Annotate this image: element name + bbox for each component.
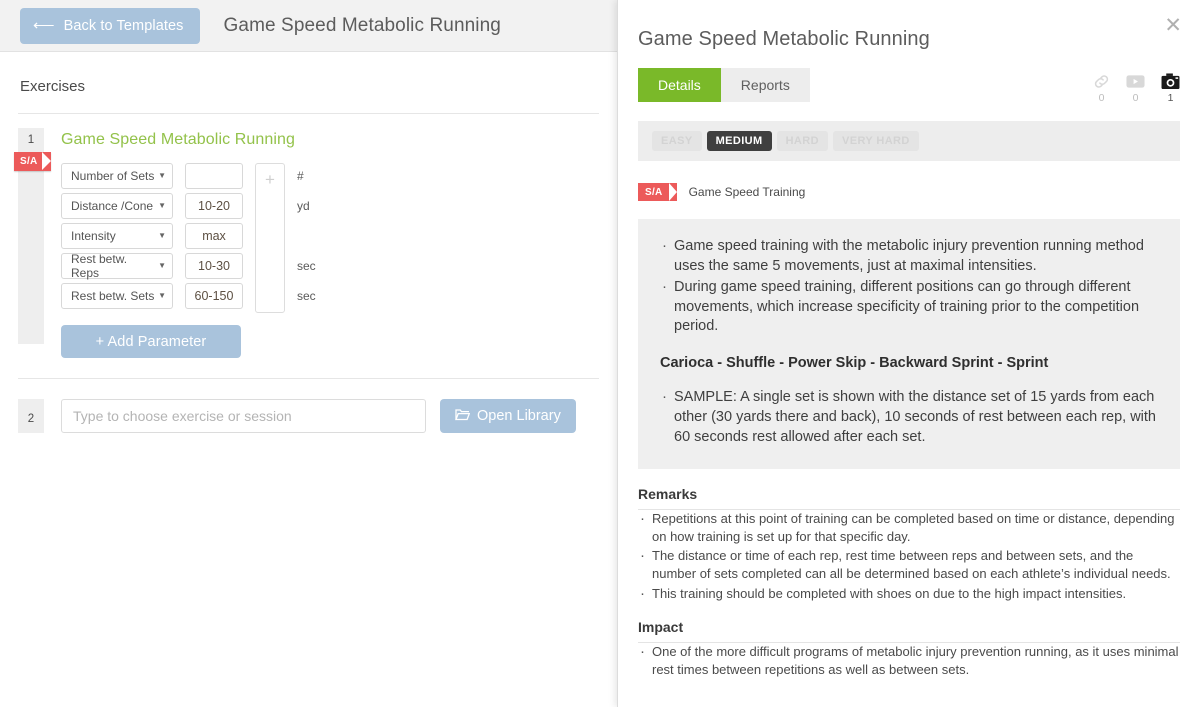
difficulty-chip-hard[interactable]: HARD [776, 131, 828, 151]
video-count: 0 [1132, 92, 1139, 104]
list-item: SAMPLE: A single set is shown with the d… [660, 387, 1158, 447]
list-item: This training should be completed with s… [638, 584, 1180, 604]
chevron-down-icon: ▼ [158, 231, 166, 240]
parameter-value-3[interactable] [185, 253, 243, 279]
description-box: Game speed training with the metabolic i… [638, 219, 1180, 470]
parameter-unit-0: # [297, 169, 304, 183]
detail-panel-body: Game Speed Metabolic Running Details Rep… [618, 0, 1198, 707]
exercise-index: 1 [27, 134, 35, 146]
description-bullets-bottom: SAMPLE: A single set is shown with the d… [660, 387, 1158, 447]
parameter-value-1[interactable] [185, 193, 243, 219]
photo-counter[interactable]: 1 [1161, 72, 1180, 104]
category-badge: S/A [638, 183, 677, 201]
arrow-left-icon: ⟵ [33, 17, 55, 34]
parameter-value-4[interactable] [185, 283, 243, 309]
parameter-unit-2 [297, 223, 316, 249]
list-item: During game speed training, different po… [660, 277, 1158, 337]
parameter-select-3[interactable]: Rest betw. Reps ▼ [61, 252, 173, 280]
category-name: Game Speed Training [688, 185, 806, 199]
parameter-unit-1: yd [297, 199, 310, 213]
exercise-name[interactable]: Game Speed Metabolic Running [61, 128, 599, 149]
difficulty-chip-easy[interactable]: EASY [652, 131, 702, 151]
page-title: Game Speed Metabolic Running [223, 14, 501, 36]
camera-icon [1161, 72, 1180, 91]
template-editor-pane: ⟵ Back to Templates Game Speed Metabolic… [0, 0, 617, 707]
detail-tabs: Details Reports 0 0 1 [638, 68, 1180, 104]
category-row: S/A Game Speed Training [638, 183, 1180, 201]
add-exercise-content: Open Library [44, 399, 599, 433]
difficulty-selector: EASY MEDIUM HARD VERY HARD [638, 121, 1180, 161]
chevron-down-icon: ▼ [158, 291, 166, 300]
parameter-select-0-label: Number of Sets [71, 169, 155, 183]
parameter-select-4[interactable]: Rest betw. Sets ▼ [61, 283, 173, 309]
parameter-unit-3: sec [297, 259, 316, 273]
photo-count: 1 [1167, 92, 1174, 104]
difficulty-chip-very-hard[interactable]: VERY HARD [832, 131, 919, 151]
add-exercise-index: 2 [18, 399, 44, 433]
link-count: 0 [1098, 92, 1105, 104]
parameter-select-1-label: Distance /Cone [71, 199, 154, 213]
tab-reports[interactable]: Reports [720, 68, 810, 102]
chevron-down-icon: ▼ [158, 261, 166, 270]
close-icon[interactable]: ✕ [1164, 15, 1182, 36]
chevron-down-icon: ▼ [158, 201, 166, 210]
parameters-grid: Number of Sets ▼ Distance /Cone ▼ Intens… [61, 163, 599, 313]
category-badge-label: S/A [645, 186, 663, 198]
difficulty-chip-medium[interactable]: MEDIUM [706, 131, 772, 151]
list-item: Game speed training with the metabolic i… [660, 236, 1158, 276]
parameter-unit-4: sec [297, 289, 316, 303]
open-library-label: Open Library [477, 408, 561, 424]
link-counter[interactable]: 0 [1093, 72, 1110, 104]
list-item: The distance or time of each rep, rest t… [638, 546, 1180, 582]
parameter-select-0[interactable]: Number of Sets ▼ [61, 163, 173, 189]
exercise-content: Game Speed Metabolic Running Number of S… [44, 128, 599, 358]
description-emphasis: Carioca - Shuffle - Power Skip - Backwar… [660, 354, 1049, 371]
add-parameter-button[interactable]: + Add Parameter [61, 325, 241, 358]
app-root: ⟵ Back to Templates Game Speed Metabolic… [0, 0, 1198, 707]
exercise-detail-panel: ✕ Game Speed Metabolic Running Details R… [617, 0, 1198, 707]
parameter-select-3-label: Rest betw. Reps [71, 252, 128, 280]
parameter-select-4-label: Rest betw. Sets [71, 289, 155, 303]
open-library-button[interactable]: Open Library [440, 399, 576, 433]
link-icon [1093, 72, 1110, 91]
video-counter[interactable]: 0 [1126, 72, 1145, 104]
parameter-value-column [185, 163, 243, 313]
folder-open-icon [455, 408, 471, 425]
status-badge-sa-label: S/A [20, 156, 38, 167]
add-exercise-row: 2 Open Library [18, 379, 599, 433]
detail-panel-title: Game Speed Metabolic Running [638, 28, 930, 50]
parameter-unit-column: # yd sec sec [297, 163, 316, 313]
video-icon [1126, 72, 1145, 91]
remarks-list: Repetitions at this point of training ca… [638, 509, 1180, 604]
editor-body: Exercises 1 Game Speed Metabolic Running… [0, 52, 617, 433]
description-bullets-top: Game speed training with the metabolic i… [660, 236, 1158, 337]
list-item: One of the more difficult programs of me… [638, 643, 1180, 677]
exercises-heading: Exercises [18, 52, 599, 114]
exercise-search-input[interactable] [61, 399, 426, 433]
list-item: Repetitions at this point of training ca… [638, 509, 1180, 545]
chevron-down-icon: ▼ [158, 171, 166, 180]
parameter-value-2[interactable] [185, 223, 243, 249]
remarks-heading: Remarks [638, 486, 1180, 511]
tab-details[interactable]: Details [638, 68, 721, 102]
parameter-name-column: Number of Sets ▼ Distance /Cone ▼ Intens… [61, 163, 173, 313]
exercise-row: 1 Game Speed Metabolic Running Number of… [18, 114, 599, 358]
parameter-select-1[interactable]: Distance /Cone ▼ [61, 193, 173, 219]
parameter-select-2[interactable]: Intensity ▼ [61, 223, 173, 249]
add-parameter-plus-button[interactable]: + [255, 163, 285, 313]
back-to-templates-label: Back to Templates [63, 17, 184, 34]
impact-heading: Impact [638, 619, 1180, 644]
status-badge-sa: S/A [14, 152, 51, 171]
back-to-templates-button[interactable]: ⟵ Back to Templates [20, 7, 200, 44]
parameter-select-2-label: Intensity [71, 229, 116, 243]
parameter-value-0[interactable] [185, 163, 243, 189]
media-counters: 0 0 1 [1093, 72, 1180, 104]
impact-list: One of the more difficult programs of me… [638, 643, 1180, 677]
top-toolbar: ⟵ Back to Templates Game Speed Metabolic… [0, 0, 617, 52]
